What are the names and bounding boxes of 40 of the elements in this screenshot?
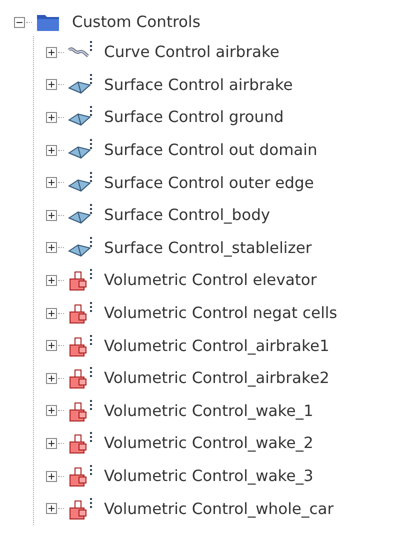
tree-item[interactable]: Volumetric Control_wake_3 <box>104 467 314 486</box>
expand-icon[interactable] <box>46 144 57 156</box>
tree-item[interactable]: Volumetric Control_airbrake1 <box>104 336 330 355</box>
tree-item[interactable]: Surface Control outer edge <box>104 174 314 192</box>
expand-icon[interactable] <box>46 405 57 416</box>
collapse-icon[interactable] <box>14 16 25 28</box>
expand-icon[interactable] <box>46 242 57 254</box>
tree-item[interactable]: Volumetric Control elevator <box>104 271 317 290</box>
expand-icon[interactable] <box>46 274 57 286</box>
expand-icon[interactable] <box>46 210 57 221</box>
tree-item[interactable]: Surface Control_stablelizer <box>104 238 312 257</box>
expand-icon[interactable] <box>46 372 57 384</box>
volume-icon <box>67 464 95 488</box>
tree-item[interactable]: Surface Control ground <box>104 108 284 126</box>
expand-icon[interactable] <box>46 46 57 58</box>
tree-item[interactable]: Volumetric Control_wake_1 <box>104 402 314 420</box>
expand-icon[interactable] <box>46 503 57 514</box>
tree-item[interactable]: Volumetric Control_whole_car <box>104 500 334 518</box>
expand-icon[interactable] <box>46 308 57 319</box>
tree-item[interactable]: Custom Controls <box>72 13 200 31</box>
tree-item[interactable]: Volumetric Control negat cells <box>104 304 338 322</box>
expand-icon[interactable] <box>46 470 57 482</box>
expand-icon[interactable] <box>46 438 57 449</box>
volume-icon <box>67 496 95 521</box>
expand-icon[interactable] <box>46 340 57 352</box>
tree-item[interactable]: Surface Control_body <box>104 206 270 224</box>
volume-icon <box>67 398 95 423</box>
tree-item[interactable]: Surface Control airbrake <box>104 76 293 94</box>
tree-item[interactable]: Volumetric Control_wake_2 <box>104 434 314 452</box>
volume-icon <box>67 301 95 326</box>
tree-item[interactable]: Volumetric Control_airbrake2 <box>104 369 330 388</box>
tree-item[interactable]: Surface Control out domain <box>104 141 318 160</box>
expand-icon[interactable] <box>46 79 57 90</box>
volume-icon <box>67 334 95 358</box>
volume-icon <box>67 366 95 390</box>
volume-icon <box>67 431 95 456</box>
expand-icon[interactable] <box>46 177 57 188</box>
tree-item[interactable]: Curve Control airbrake <box>104 43 280 62</box>
volume-icon <box>67 268 95 292</box>
expand-icon[interactable] <box>46 112 57 123</box>
